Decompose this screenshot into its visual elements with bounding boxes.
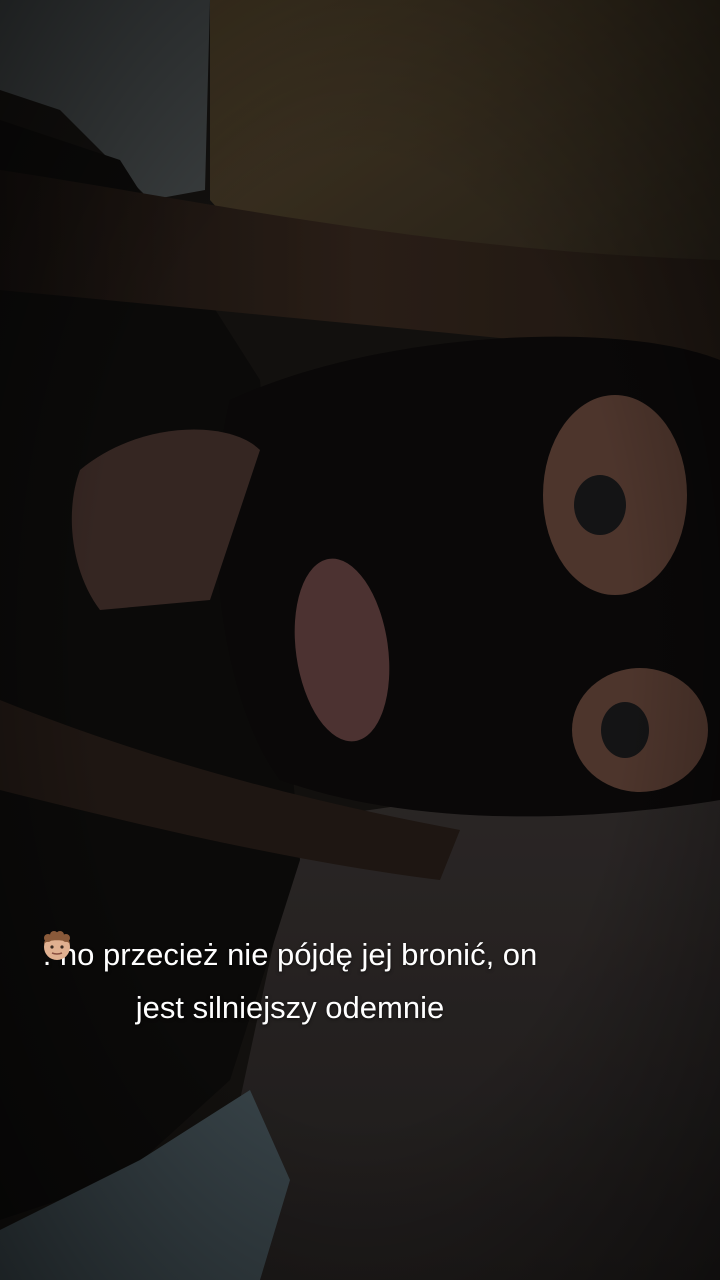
photo-backdrop	[0, 0, 720, 1280]
photo-scene: : no przecież nie pójdę jej bronić, on j…	[0, 0, 720, 1280]
vignette	[0, 0, 720, 1280]
caption-text: : no przecież nie pójdę jej bronić, on j…	[42, 937, 538, 1025]
boy-curly-hair-emoji-icon	[44, 931, 70, 960]
caption-text-block: : no przecież nie pójdę jej bronić, on j…	[40, 928, 540, 1034]
